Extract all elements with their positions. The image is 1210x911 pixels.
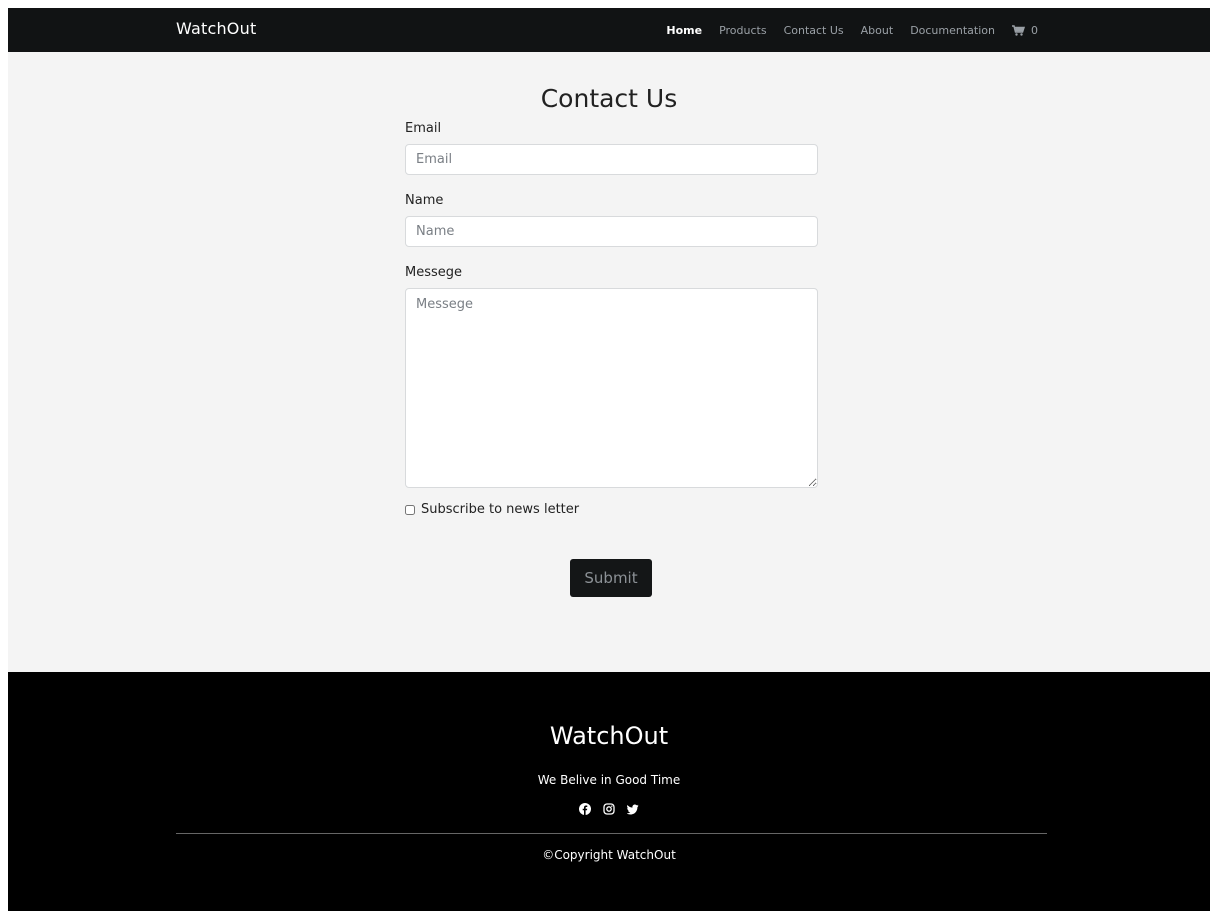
cart-icon xyxy=(1012,24,1025,36)
facebook-icon[interactable] xyxy=(579,803,591,815)
navbar: WatchOut Home Products Contact Us About … xyxy=(8,8,1210,52)
brand-logo[interactable]: WatchOut xyxy=(176,19,256,38)
message-label: Messege xyxy=(405,265,463,280)
email-group: Email xyxy=(405,121,818,175)
subscribe-label: Subscribe to news letter xyxy=(421,502,580,517)
nav-link-about[interactable]: About xyxy=(861,24,894,37)
nav-link-documentation[interactable]: Documentation xyxy=(910,24,995,37)
message-field[interactable] xyxy=(405,288,818,488)
instagram-icon[interactable] xyxy=(603,803,615,815)
page-title: Contact Us xyxy=(540,84,678,113)
subscribe-checkbox[interactable] xyxy=(405,504,415,515)
name-group: Name xyxy=(405,193,818,247)
message-group: Messege xyxy=(405,265,818,488)
social-links xyxy=(8,803,1210,815)
twitter-icon[interactable] xyxy=(627,803,639,815)
copyright-text: ©Copyright WatchOut xyxy=(542,848,676,862)
footer: WatchOut We Belive in Good Time ©Copyrig… xyxy=(8,672,1210,911)
nav-links: Home Products Contact Us About Documenta… xyxy=(649,8,1038,52)
footer-divider xyxy=(176,833,1047,834)
footer-tagline: We Belive in Good Time xyxy=(537,773,681,787)
nav-link-contact-us[interactable]: Contact Us xyxy=(784,24,844,37)
footer-brand: WatchOut xyxy=(549,722,669,750)
nav-link-products[interactable]: Products xyxy=(719,24,767,37)
contact-form: Email Name Messege Subscribe to news let… xyxy=(405,121,818,517)
email-field[interactable] xyxy=(405,144,818,175)
name-label: Name xyxy=(405,193,444,208)
email-label: Email xyxy=(405,121,442,136)
submit-button[interactable]: Submit xyxy=(570,559,652,597)
name-field[interactable] xyxy=(405,216,818,247)
page-frame: WatchOut Home Products Contact Us About … xyxy=(8,8,1210,911)
cart-count: 0 xyxy=(1031,23,1038,37)
subscribe-row: Subscribe to news letter xyxy=(405,502,818,517)
cart-button[interactable]: 0 xyxy=(1012,24,1038,37)
nav-link-home[interactable]: Home xyxy=(666,24,702,37)
